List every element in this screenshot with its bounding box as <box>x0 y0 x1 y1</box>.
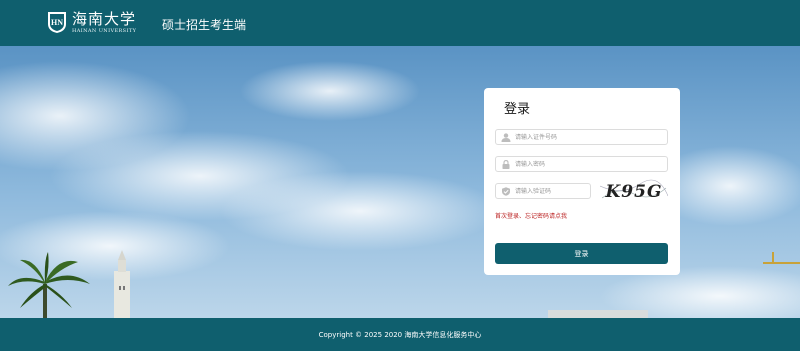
footer-copyright: Copyright © 2025 2020 海南大学信息化服务中心 <box>318 331 482 339</box>
campus-sky-background <box>0 46 800 318</box>
login-button[interactable]: 登录 <box>495 243 668 264</box>
hainan-university-emblem-icon: HN <box>48 12 66 33</box>
id-number-input[interactable] <box>515 130 663 144</box>
forgot-password-link[interactable]: 首次登录、忘记密码请点我 <box>495 211 567 220</box>
portal-title: 硕士招生考生端 <box>162 18 247 32</box>
header: HN 海南大学 HAINAN UNIVERSITY 硕士招生考生端 <box>0 0 800 46</box>
captcha-image[interactable]: K95G <box>600 178 668 204</box>
login-card: 登录 K95G 首次登录、忘记密码请点我 登录 <box>484 88 680 275</box>
lock-icon <box>502 160 510 169</box>
shield-check-icon <box>502 187 510 196</box>
logo-text-chinese: 海南大学 <box>72 10 137 28</box>
captcha-field <box>495 183 591 199</box>
svg-text:HN: HN <box>51 18 63 27</box>
footer: Copyright © 2025 2020 海南大学信息化服务中心 <box>0 318 800 351</box>
captcha-text: K95G <box>605 182 663 202</box>
captcha-input[interactable] <box>515 184 587 198</box>
login-title: 登录 <box>504 102 531 117</box>
id-number-field <box>495 129 668 145</box>
password-field <box>495 156 668 172</box>
user-icon <box>501 133 511 142</box>
logo-text-english: HAINAN UNIVERSITY <box>72 28 137 34</box>
password-input[interactable] <box>515 157 663 171</box>
university-logo: HN 海南大学 HAINAN UNIVERSITY <box>46 8 146 38</box>
